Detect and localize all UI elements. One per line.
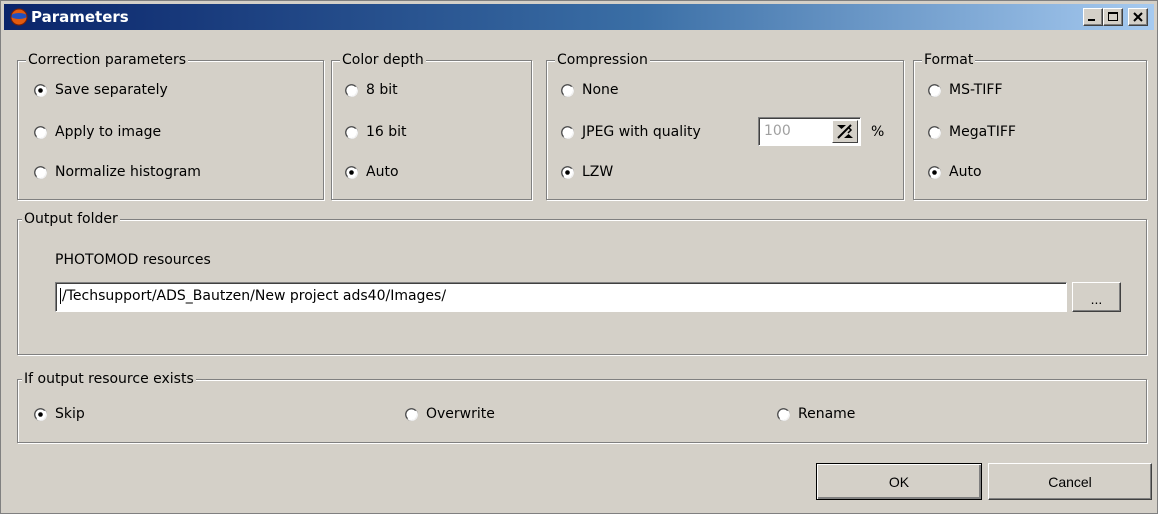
radio-apply-to-image[interactable]: Apply to image [34, 122, 161, 142]
radio-circle [405, 407, 418, 421]
radio-label: None [582, 82, 619, 98]
radio-label: MegaTIFF [949, 124, 1016, 140]
radio-jpeg-quality[interactable]: JPEG with quality [561, 122, 701, 142]
radio-label: Overwrite [426, 406, 495, 422]
photomod-resources-label: PHOTOMOD resources [55, 252, 211, 268]
radio-label: Auto [366, 164, 399, 180]
radio-auto-depth[interactable]: Auto [345, 162, 399, 182]
jpeg-quality-value: 100 [764, 123, 791, 139]
radio-label: Save separately [55, 82, 168, 98]
radio-circle [34, 83, 47, 97]
radio-circle [928, 125, 941, 139]
browse-button[interactable]: ... [1072, 282, 1121, 312]
radio-megatiff[interactable]: MegaTIFF [928, 122, 1016, 142]
if-exists-group: If output resource exists [17, 370, 1147, 443]
radio-overwrite[interactable]: Overwrite [405, 404, 495, 424]
radio-circle [561, 165, 574, 179]
jpeg-quality-spinbox[interactable]: 100 [758, 117, 861, 146]
radio-label: Rename [798, 406, 856, 422]
radio-selected-dot [565, 169, 570, 175]
radio-selected-dot [38, 87, 43, 93]
spin-arrows-icon [837, 124, 853, 139]
radio-label: Auto [949, 164, 982, 180]
radio-normalize-histogram[interactable]: Normalize histogram [34, 162, 201, 182]
radio-label: JPEG with quality [582, 124, 701, 140]
minimize-button[interactable] [1083, 8, 1103, 26]
maximize-icon [1108, 12, 1118, 21]
radio-lzw[interactable]: LZW [561, 162, 613, 182]
radio-save-separately[interactable]: Save separately [34, 80, 168, 100]
radio-label: Skip [55, 406, 85, 422]
close-icon [1133, 12, 1143, 22]
window-title: Parameters [31, 8, 129, 26]
radio-circle [34, 407, 47, 421]
radio-label: 8 bit [366, 82, 398, 98]
radio-rename[interactable]: Rename [777, 404, 855, 424]
compression-title: Compression [555, 51, 650, 69]
radio-circle [34, 165, 47, 179]
minimize-icon [1088, 19, 1095, 21]
radio-none[interactable]: None [561, 80, 619, 100]
radio-auto-format[interactable]: Auto [928, 162, 982, 182]
radio-circle [777, 407, 790, 421]
radio-16-bit[interactable]: 16 bit [345, 122, 407, 142]
close-button[interactable] [1128, 8, 1148, 26]
radio-circle [561, 83, 574, 97]
format-title: Format [922, 51, 976, 69]
ok-button[interactable]: OK [816, 463, 982, 500]
if-exists-title: If output resource exists [22, 370, 196, 388]
maximize-button[interactable] [1103, 8, 1123, 26]
radio-circle [345, 83, 358, 97]
radio-circle [561, 125, 574, 139]
radio-label: LZW [582, 164, 614, 180]
spin-button[interactable] [832, 120, 858, 143]
radio-selected-dot [349, 169, 354, 175]
quality-unit-label: % [871, 124, 885, 140]
radio-circle [928, 165, 941, 179]
correction-parameters-title: Correction parameters [26, 51, 189, 69]
radio-circle [34, 125, 47, 139]
app-icon [10, 8, 28, 26]
radio-label: MS-TIFF [949, 82, 1003, 98]
output-path-field[interactable]: /Techsupport/ADS_Bautzen/New project ads… [55, 282, 1067, 312]
radio-circle [928, 83, 941, 97]
radio-ms-tiff[interactable]: MS-TIFF [928, 80, 1003, 100]
radio-label: Normalize histogram [55, 164, 201, 180]
parameters-window: Parameters Correction parameters Save se… [0, 0, 1158, 514]
radio-label: 16 bit [366, 124, 407, 140]
radio-skip[interactable]: Skip [34, 404, 85, 424]
color-depth-title: Color depth [340, 51, 426, 69]
cancel-button[interactable]: Cancel [988, 463, 1152, 500]
title-bar[interactable]: Parameters [4, 4, 1154, 30]
radio-circle [345, 125, 358, 139]
output-path-text: /Techsupport/ADS_Bautzen/New project ads… [60, 288, 447, 304]
radio-selected-dot [38, 411, 43, 417]
radio-8-bit[interactable]: 8 bit [345, 80, 398, 100]
radio-circle [345, 165, 358, 179]
radio-label: Apply to image [55, 124, 162, 140]
radio-selected-dot [932, 169, 937, 175]
output-folder-title: Output folder [22, 210, 120, 228]
